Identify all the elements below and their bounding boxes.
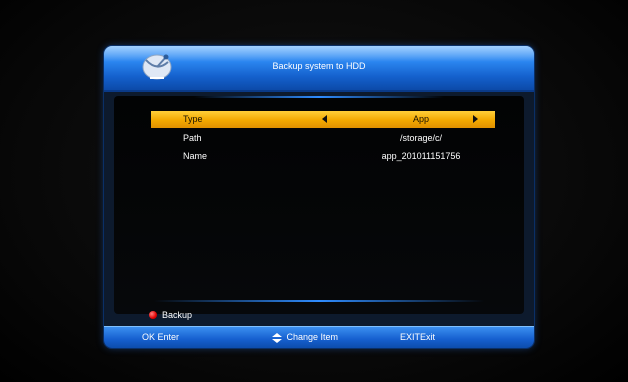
red-button-icon bbox=[149, 311, 157, 319]
panel-glow-bottom bbox=[154, 300, 484, 302]
backup-label: Backup bbox=[162, 310, 193, 320]
backup-action[interactable]: Backup bbox=[149, 310, 193, 320]
row-path-value: /storage/c/ bbox=[399, 133, 443, 143]
row-path-label: Path bbox=[183, 133, 202, 143]
footer-exit[interactable]: EXITExit bbox=[400, 332, 435, 342]
footer-change-item[interactable]: Change Item bbox=[272, 332, 338, 343]
backup-dialog: Backup system to HDD Type App Path /stor… bbox=[104, 46, 534, 348]
change-item-label: Change Item bbox=[286, 332, 339, 342]
settings-panel: Type App Path /storage/c/ Name app_20101… bbox=[114, 96, 524, 314]
row-type-value: App bbox=[412, 114, 429, 124]
row-name[interactable]: Name app_201011151756 bbox=[151, 148, 495, 165]
row-type[interactable]: Type App bbox=[151, 111, 495, 128]
panel-glow-top bbox=[194, 96, 444, 98]
arrow-left-icon[interactable] bbox=[322, 115, 327, 123]
row-type-label: Type bbox=[183, 114, 203, 124]
row-name-value: app_201011151756 bbox=[381, 151, 461, 161]
row-name-label: Name bbox=[183, 151, 208, 161]
arrow-right-icon[interactable] bbox=[473, 115, 478, 123]
up-down-arrow-icon bbox=[272, 332, 282, 343]
dialog-title: Backup system to HDD bbox=[272, 61, 366, 71]
tv-screen: Backup system to HDD Type App Path /stor… bbox=[0, 0, 628, 382]
footer-ok[interactable]: OK Enter bbox=[142, 332, 179, 342]
ok-key-label: OK bbox=[142, 332, 156, 342]
ok-action-label: Enter bbox=[157, 332, 180, 342]
exit-action-label: Exit bbox=[420, 332, 436, 342]
footer-bar: OK Enter Change Item EXITExit bbox=[104, 326, 534, 348]
row-path[interactable]: Path /storage/c/ bbox=[151, 130, 495, 147]
exit-key-label: EXIT bbox=[400, 332, 421, 342]
dialog-header: Backup system to HDD bbox=[104, 46, 534, 92]
